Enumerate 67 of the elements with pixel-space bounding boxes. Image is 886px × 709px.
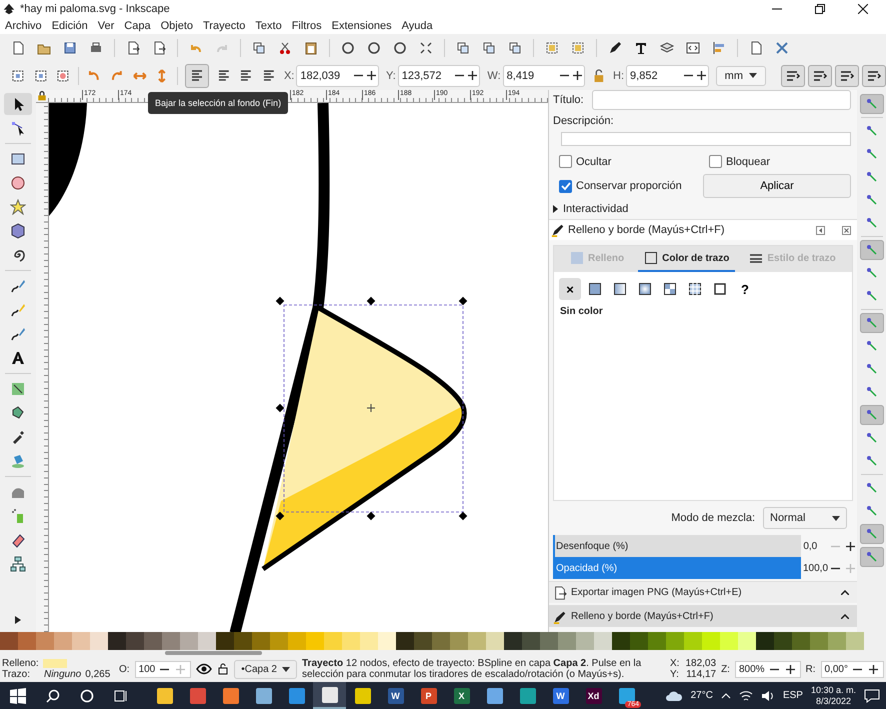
unit-dropdown[interactable]: mm (716, 66, 766, 86)
tab[interactable]: Color de trazo (638, 246, 736, 272)
layer-dropdown[interactable]: •Capa 2 (234, 660, 297, 678)
slider[interactable]: Opacidad (%) (553, 557, 801, 579)
tooltip: Bajar la selección al fondo (Fin) (148, 92, 288, 114)
docked-dialog-header[interactable]: Exportar imagen PNG (Mayús+Ctrl+E) (549, 581, 857, 603)
menu-item[interactable]: Ver (98, 20, 114, 32)
menu-item[interactable]: Extensiones (332, 20, 392, 32)
coordinate-value: 114,17 (685, 669, 716, 680)
taskbar-app-button[interactable]: P (412, 682, 445, 709)
checkbox-label: Ocultar (576, 156, 612, 168)
number-field[interactable]: 9,852 (626, 64, 709, 86)
coordinate-value: 182,03 (685, 658, 716, 669)
interactivity-expander[interactable]: Interactividad (553, 203, 851, 215)
zoom-field[interactable]: 800% (734, 660, 801, 678)
menu-item[interactable]: Edición (52, 20, 88, 32)
taskbar-app-button[interactable]: W (379, 682, 412, 709)
zoom-label: Z: (721, 664, 730, 674)
fill-label: Relleno: (2, 658, 39, 669)
menu-item[interactable]: Objeto (160, 20, 193, 32)
unset-paint-button[interactable]: ? (734, 278, 756, 300)
blend-mode-label: Modo de mezcla: (671, 512, 755, 524)
weather-text: 27°C (690, 690, 713, 701)
menu-item[interactable]: Trayecto (203, 20, 246, 32)
clock[interactable]: 10:30 a. m. 8/3/2022 (810, 684, 856, 706)
checkbox-label: Conservar proporción (576, 180, 682, 192)
field-label: Título: (553, 94, 584, 106)
language-indicator[interactable]: ESP (782, 690, 803, 701)
stroke-value: Ninguno (44, 669, 82, 680)
slider-label: Desenfoque (%) (555, 540, 628, 552)
taskbar-app-button[interactable]: Xd (577, 682, 610, 709)
opacity-label: O: (119, 664, 130, 674)
docked-dialog-header[interactable]: Relleno y borde (Mayús+Ctrl+F) (549, 605, 857, 627)
no-paint-button[interactable]: × (559, 278, 581, 300)
number-field[interactable]: 123,572 (398, 64, 480, 86)
number-field[interactable]: 182,039 (296, 64, 379, 86)
window-title: *hay mi paloma.svg - Inkscape (20, 3, 170, 15)
checkbox-label: Bloquear (726, 156, 770, 168)
field-label: Y: (386, 70, 396, 82)
taskbar-app-button[interactable]: W (544, 682, 577, 709)
slider-label: Opacidad (%) (555, 562, 618, 574)
menu-item[interactable]: Texto (255, 20, 282, 32)
blend-mode-dropdown[interactable]: Normal (763, 507, 847, 529)
paint-status: Sin color (559, 306, 604, 317)
rotation-label: R: (806, 664, 816, 674)
apply-button[interactable]: Aplicar (703, 174, 851, 198)
taskbar-app-button[interactable]: X (445, 682, 478, 709)
menu-item[interactable]: Filtros (292, 20, 322, 32)
field-label: Descripción: (553, 115, 615, 127)
stroke-label: Trazo: (2, 669, 30, 680)
opacity-field[interactable]: 100 (134, 660, 192, 678)
dialog-title: Relleno y borde (Mayús+Ctrl+F) (568, 224, 726, 236)
field-label: X: (284, 70, 294, 82)
slider-value: 0,0 (803, 540, 818, 552)
menu-item[interactable]: Ayuda (402, 20, 433, 32)
coordinate-label: Y: (670, 669, 680, 680)
field-label: W: (487, 70, 501, 82)
slider-value: 100,0 (803, 562, 827, 574)
status-message: Trayecto 12 nodos, efecto de trayecto: BSpline en capa Capa 2. Pulse en la selección para conmutar los tiradores de escalado/rotación (o Mayús+s). (302, 658, 642, 680)
menu-item[interactable]: Capa (124, 20, 151, 32)
rotation-field[interactable]: 0,00° (820, 660, 884, 678)
coordinate-label: X: (670, 658, 680, 669)
stroke-width: 0,265 (85, 669, 110, 680)
number-field[interactable]: 8,419 (502, 64, 586, 86)
menu-item[interactable]: Archivo (5, 20, 42, 32)
slider[interactable]: Desenfoque (%) (553, 535, 802, 557)
field-label: H: (613, 70, 624, 82)
